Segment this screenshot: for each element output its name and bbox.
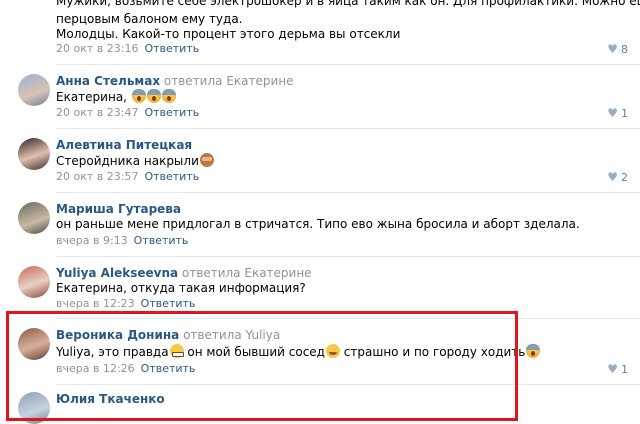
comment-text: он раньше мене придлогал в стричатся. Ти… xyxy=(56,217,580,231)
like-count: 2 xyxy=(621,171,628,184)
comment-meta: 20 окт в 23:47 Ответить xyxy=(56,106,199,119)
avatar[interactable] xyxy=(18,266,50,298)
divider xyxy=(56,256,640,257)
scream-emoji-icon xyxy=(526,344,541,358)
like-button[interactable]: ♥ 1 xyxy=(607,106,628,120)
author-name[interactable]: Мариша Гутарева xyxy=(56,202,181,216)
comment-header: Yuliya Alekseevna ответила Екатерине xyxy=(56,266,312,280)
highlight-box xyxy=(6,311,518,421)
comment-header: Алевтина Питецкая xyxy=(56,138,192,152)
comment-text-line: Молодцы. Какой-то процент этого дерьма в… xyxy=(56,27,401,41)
like-count: 1 xyxy=(621,363,628,376)
comment-time[interactable]: 20 окт в 23:47 xyxy=(56,106,138,119)
comment-header: Мариша Гутарева xyxy=(56,202,181,216)
like-button[interactable]: ♥ 2 xyxy=(607,170,628,184)
comment-time[interactable]: 20 окт в 23:57 xyxy=(56,170,138,183)
comment-time[interactable]: 20 окт в 23:16 xyxy=(56,42,138,55)
replied-word: ответила xyxy=(181,266,241,280)
replied-word: ответила xyxy=(163,74,223,88)
comment-meta: 20 окт в 23:16 Ответить xyxy=(56,42,199,55)
avatar[interactable] xyxy=(18,74,50,106)
reply-link[interactable]: Ответить xyxy=(144,106,199,119)
like-count: 8 xyxy=(621,43,628,56)
like-button[interactable]: ♥ 1 xyxy=(607,362,628,376)
heart-icon: ♥ xyxy=(607,106,618,120)
author-name[interactable]: Yuliya Alekseevna xyxy=(56,266,178,280)
heart-icon: ♥ xyxy=(607,42,618,56)
like-button[interactable]: ♥ 8 xyxy=(607,42,628,56)
divider xyxy=(56,192,640,193)
scream-emoji-icon xyxy=(146,89,161,103)
divider xyxy=(56,128,640,129)
avatar[interactable] xyxy=(18,138,50,170)
comment-header: Анна Стельмах ответила Екатерине xyxy=(56,74,294,88)
heart-icon: ♥ xyxy=(607,170,618,184)
comment-text-line: Мужики, возьмите себе электрошокер и в я… xyxy=(56,0,640,8)
comment-meta: вчера в 12:23 Ответить xyxy=(56,297,195,310)
author-name[interactable]: Алевтина Питецкая xyxy=(56,138,192,152)
reply-link[interactable]: Ответить xyxy=(144,170,199,183)
reply-link[interactable]: Ответить xyxy=(134,234,189,247)
comment-meta: 20 окт в 23:57 Ответить xyxy=(56,170,199,183)
see-no-evil-monkey-icon xyxy=(199,153,214,167)
avatar[interactable] xyxy=(18,202,50,234)
comment-time[interactable]: вчера в 9:13 xyxy=(56,234,128,247)
author-name[interactable]: Анна Стельмах xyxy=(56,74,160,88)
replied-to[interactable]: Екатерине xyxy=(244,266,311,280)
reply-link[interactable]: Ответить xyxy=(144,42,199,55)
like-count: 1 xyxy=(621,107,628,120)
comment-text-line: перцовым балоном ему туда. xyxy=(56,12,243,26)
scream-emoji-icon xyxy=(161,89,176,103)
comment-time[interactable]: вчера в 12:23 xyxy=(56,297,135,310)
divider xyxy=(56,64,640,65)
replied-to[interactable]: Екатерине xyxy=(226,74,293,88)
reply-link[interactable]: Ответить xyxy=(141,297,196,310)
comment-text: Екатерина, xyxy=(56,89,176,104)
comment-text: Стеройдника накрыли xyxy=(56,153,214,168)
scream-emoji-icon xyxy=(131,89,146,103)
heart-icon: ♥ xyxy=(607,362,618,376)
comment-text: Екатерина, откуда такая информация? xyxy=(56,281,306,295)
comment-meta: вчера в 9:13 Ответить xyxy=(56,234,188,247)
